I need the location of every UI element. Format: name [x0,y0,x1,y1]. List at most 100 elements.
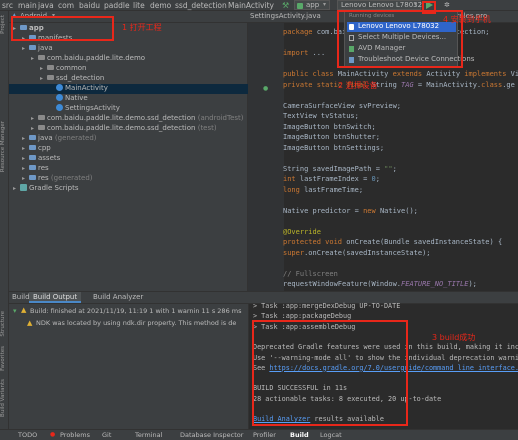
tab-settingsactivity[interactable]: SettingsActivity.java [250,12,321,20]
tree-item-suffix: (generated) [52,134,97,142]
expand-arrow-icon[interactable]: ▸ [31,115,38,122]
expand-arrow-icon[interactable]: ▸ [22,165,29,172]
chevron-down-icon: ▾ [323,1,327,8]
tree-item[interactable]: ▸ java [9,44,248,54]
expand-arrow-icon[interactable]: ▸ [13,185,20,192]
tab-build-analyzer[interactable]: Build Analyzer [93,293,143,301]
tree-item[interactable]: ▸ com.baidu.paddle.lite.demo [9,54,248,64]
tool-database-inspector[interactable]: Database Inspector [180,431,243,439]
breadcrumb-java[interactable]: java [38,1,54,10]
debug-icon[interactable]: ✲ [444,1,450,9]
tree-item-label: SettingsActivity [65,104,120,112]
tree-item-label: Native [65,94,88,102]
tool-favorites[interactable]: Favorites [0,346,9,371]
tree-item-suffix: (test) [195,124,217,132]
code-line: private static final String TAG = MainAc… [283,80,515,89]
code-line: CameraSurfaceView svPreview; [283,101,402,110]
editor-gutter [248,23,284,291]
hammer-icon[interactable]: ⚒ [282,1,289,10]
tree-item[interactable]: ▸ com.baidu.paddle.lite.demo.ssd_detectio… [9,114,248,124]
annotation-select-device: 2 选择设备 [338,81,378,90]
breadcrumb-demo[interactable]: demo [150,1,171,10]
annotation-run: 4 安装到手机 [443,15,491,24]
expand-arrow-icon[interactable]: ▸ [22,145,29,152]
tool-problems[interactable]: Problems [60,431,90,439]
tree-item[interactable]: ▸ common [9,64,248,74]
tree-item-label: assets [38,154,61,162]
code-line: TextView tvStatus; [283,112,359,120]
tool-resource-manager[interactable]: Resource Manager [0,121,9,172]
expand-arrow-icon[interactable]: ▸ [31,125,38,132]
tree-item-label: com.baidu.paddle.lite.demo.ssd_detection [47,124,196,132]
tool-structure[interactable]: Structure [0,311,9,337]
breadcrumb-baidu[interactable]: baidu [79,1,100,10]
run-config-selector[interactable]: app ▾ [294,0,330,10]
tab-build-output[interactable]: Build Output [29,292,82,303]
class-icon [56,104,63,111]
tree-item[interactable]: ▸ cpp [9,144,248,154]
build-warning-row[interactable]: NDK was located by using ndk.dir propert… [36,319,236,327]
tool-project[interactable]: Project [0,15,9,34]
tool-build[interactable]: Build [290,431,309,439]
gradle-icon [20,184,27,191]
breadcrumb-lite[interactable]: lite [133,1,145,10]
folder-icon [29,135,36,140]
build-output-line: > Task :app:mergeDexDebug UP-TO-DATE [253,302,401,310]
warning-icon: ▲ [21,306,27,314]
tree-item[interactable]: SettingsActivity [9,104,248,114]
expand-arrow-icon[interactable]: ▸ [31,55,38,62]
expand-arrow-icon[interactable]: ▸ [22,45,29,52]
code-line: long lastFrameTime; [283,185,364,194]
tree-item[interactable]: ▸ assets [9,154,248,164]
expand-arrow-icon[interactable]: ▸ [22,155,29,162]
left-tool-strip: Project Resource Manager Structure Favor… [0,11,9,429]
expand-arrow-icon[interactable]: ▸ [22,135,29,142]
package-icon [38,115,45,120]
tool-terminal[interactable]: Terminal [135,431,162,439]
tree-item[interactable]: ▸ res [9,164,248,174]
tree-item[interactable]: ▸ res (generated) [9,174,248,184]
expand-arrow-icon[interactable]: ▸ [22,175,29,182]
tree-item[interactable]: ▸ ssd_detection [9,74,248,84]
project-panel: ▲ Android ▾ ▸ app ▸ manifests ▸ java ▸ com.baid… [9,11,248,291]
bottom-tool-bar: TODO ● Problems Git Terminal Database In… [0,429,518,440]
code-line: int lastFrameIndex = 0; [283,175,380,183]
tree-item-label: java [38,134,53,142]
tree-item[interactable]: ▸ Gradle Scripts [9,184,248,194]
tree-item-label: cpp [38,144,51,152]
breadcrumb-src[interactable]: src [2,1,13,10]
expand-arrow-icon[interactable]: ▾ [13,307,17,315]
annotation-box-run [422,1,436,14]
breadcrumb-com[interactable]: com [58,1,74,10]
breadcrumb-main[interactable]: main [18,1,37,10]
expand-arrow-icon[interactable]: ▸ [40,65,47,72]
tree-item-label: ssd_detection [56,74,105,82]
tool-todo[interactable]: TODO [18,431,37,439]
code-line: ImageButton btnSwitch; [283,122,376,131]
tool-git[interactable]: Git [102,431,111,439]
breadcrumb-ssd-detection[interactable]: ssd_detection [175,1,227,10]
code-line: // Fullscreen [283,269,338,278]
problems-icon: ● [50,431,56,438]
code-line: import ... [283,49,326,57]
tree-item-label: MainActivity [65,84,108,92]
tree-item[interactable]: ▸ java (generated) [9,134,248,144]
tool-build-variants[interactable]: Build Variants [0,379,9,417]
tool-profiler[interactable]: Profiler [253,431,276,439]
code-line: String savedImagePath = ""; [283,164,397,173]
tree-item[interactable]: ▸ com.baidu.paddle.lite.demo.ssd_detectio… [9,124,248,134]
breadcrumb-mainactivity[interactable]: MainActivity [228,1,274,10]
build-status-row[interactable]: Build: finished at 2021/11/19, 11:19 1 w… [30,307,242,315]
breadcrumb-paddle[interactable]: paddle [104,1,130,10]
code-line: Native predictor = new Native(); [283,206,418,215]
expand-arrow-icon[interactable]: ▸ [40,75,47,82]
tree-item-label: com.baidu.paddle.lite.demo [47,54,146,62]
tree-item[interactable]: Native [9,94,248,104]
implement-marker-icon: ● [263,85,269,92]
tree-item-suffix: (androidTest) [195,114,244,122]
code-line: protected void onCreate(Bundle savedInst… [283,238,503,246]
package-icon [47,65,54,70]
tree-item[interactable]: MainActivity [9,84,248,94]
device-selector[interactable]: Lenovo Lenovo L78032 ▾ [337,0,422,10]
tool-logcat[interactable]: Logcat [320,431,342,439]
